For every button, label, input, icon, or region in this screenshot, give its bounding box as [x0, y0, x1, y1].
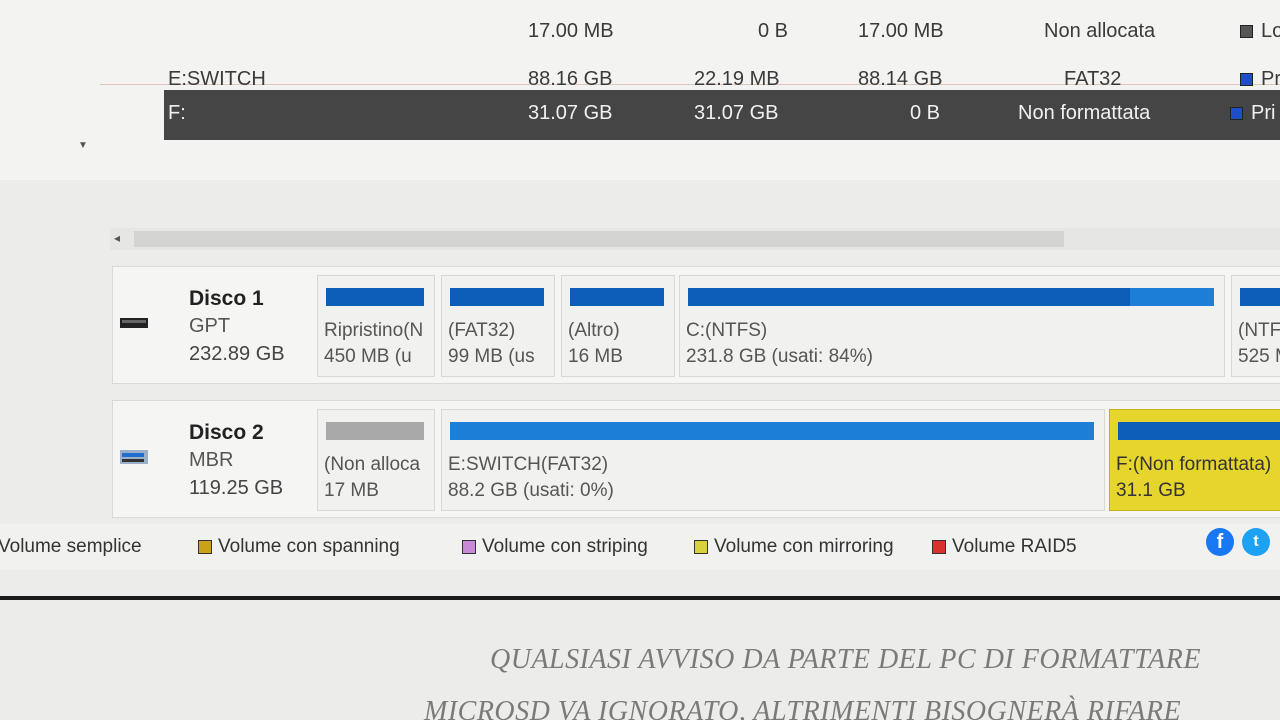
- legend-bar: Volume semplice Volume con spanning Volu…: [0, 524, 1280, 570]
- partition-size: 450 MB (u: [324, 346, 412, 367]
- disk-type: GPT: [189, 315, 231, 337]
- volume-filesystem: Non formattata: [1018, 102, 1151, 124]
- legend-swatch-icon: [462, 539, 476, 554]
- partition-label: (Altro): [568, 320, 620, 341]
- partition-usage-bar: [1118, 422, 1280, 440]
- horizontal-scrollbar[interactable]: ◂: [110, 228, 1280, 250]
- partition-size: 231.8 GB (usati: 84%): [686, 346, 873, 367]
- collapse-arrow-icon[interactable]: ▼: [78, 140, 88, 151]
- partition-size: 525 M: [1238, 346, 1280, 367]
- disk-type: MBR: [189, 449, 234, 471]
- disk-name: Disco 2: [189, 421, 264, 444]
- scroll-left-icon[interactable]: ◂: [114, 231, 120, 245]
- legend-item: Volume con striping: [462, 536, 648, 558]
- partition-block[interactable]: (FAT32) 99 MB (us: [441, 275, 555, 377]
- type-swatch-icon: [1240, 73, 1253, 87]
- disk-row[interactable]: Disco 2 MBR 119.25 GB (Non alloca 17 MB …: [112, 400, 1280, 518]
- partition-label: C:(NTFS): [686, 320, 768, 341]
- partition-size: 16 MB: [568, 346, 623, 367]
- volume-type: Lo: [1240, 20, 1280, 43]
- partition-usage-bar: [450, 422, 1094, 440]
- disk-size: 119.25 GB: [189, 477, 284, 499]
- disk-info[interactable]: Disco 2 MBR 119.25 GB: [113, 401, 313, 517]
- volume-free: 17.00 MB: [858, 20, 944, 42]
- partition-size: 99 MB (us: [448, 346, 535, 367]
- volume-capacity: 31.07 GB: [528, 102, 613, 124]
- partition-manager-window: 17.00 MB 0 B 17.00 MB Non allocata Lo E:…: [0, 0, 1280, 720]
- partition-size: 31.1 GB: [1116, 480, 1186, 501]
- note-line: QUALSIASI AVVISO DA PARTE DEL PC DI FORM…: [490, 644, 1201, 675]
- partition-size: 88.2 GB (usati: 0%): [448, 480, 614, 501]
- volume-used: 0 B: [758, 20, 789, 42]
- volume-filesystem: FAT32: [1064, 68, 1122, 90]
- legend-swatch-icon: [932, 539, 946, 554]
- partition-usage-bar: [326, 288, 424, 306]
- volume-type: Pri: [1230, 102, 1275, 125]
- legend-swatch-icon: [694, 539, 708, 554]
- volume-name: E:SWITCH: [168, 68, 266, 90]
- volume-name: F:: [168, 102, 186, 124]
- legend-item: Volume con spanning: [198, 536, 400, 558]
- usb-disk-icon: [120, 450, 148, 464]
- partition-usage-bar: [326, 422, 424, 440]
- partition-block[interactable]: (Non alloca 17 MB: [317, 409, 435, 511]
- partition-usage-bar: [688, 288, 1214, 306]
- disk-name: Disco 1: [189, 287, 264, 310]
- volume-used: 31.07 GB: [694, 102, 779, 124]
- partition-label: (NTF: [1238, 320, 1280, 341]
- hard-disk-icon: [120, 318, 148, 328]
- partition-label: Ripristino(N: [324, 320, 424, 341]
- legend-item: Volume RAID5: [932, 536, 1077, 558]
- type-swatch-icon: [1240, 25, 1253, 39]
- partition-label: E:SWITCH(FAT32): [448, 454, 609, 475]
- disk-row[interactable]: Disco 1 GPT 232.89 GB Ripristino(N 450 M…: [112, 266, 1280, 384]
- partition-usage-bar: [1240, 288, 1280, 306]
- legend-item: Volume semplice: [0, 536, 142, 557]
- legend-item: Volume con mirroring: [694, 536, 894, 558]
- twitter-icon[interactable]: t: [1242, 528, 1270, 556]
- volume-capacity: 88.16 GB: [528, 68, 613, 90]
- volume-table: 17.00 MB 0 B 17.00 MB Non allocata Lo E:…: [0, 0, 1280, 180]
- table-row-selected[interactable]: F: 31.07 GB 31.07 GB 0 B Non formattata …: [164, 90, 1280, 140]
- legend-swatch-icon: [198, 539, 212, 554]
- partition-block[interactable]: C:(NTFS) 231.8 GB (usati: 84%): [679, 275, 1225, 377]
- article-note: QUALSIASI AVVISO DA PARTE DEL PC DI FORM…: [0, 600, 1280, 720]
- facebook-icon[interactable]: f: [1206, 528, 1234, 556]
- partition-block[interactable]: E:SWITCH(FAT32) 88.2 GB (usati: 0%): [441, 409, 1105, 511]
- partition-block-selected[interactable]: F:(Non formattata) 31.1 GB: [1109, 409, 1280, 511]
- table-row[interactable]: 17.00 MB 0 B 17.00 MB Non allocata Lo: [100, 8, 1280, 56]
- partition-label: F:(Non formattata): [1116, 454, 1272, 475]
- partition-label: (FAT32): [448, 320, 516, 341]
- partition-size: 17 MB: [324, 480, 379, 501]
- type-swatch-icon: [1230, 107, 1243, 121]
- volume-type: Pr: [1240, 68, 1280, 91]
- partition-block[interactable]: (NTF 525 M: [1231, 275, 1280, 377]
- partition-usage-bar: [450, 288, 544, 306]
- volume-free: 88.14 GB: [858, 68, 943, 90]
- volume-filesystem: Non allocata: [1044, 20, 1156, 42]
- disk-info[interactable]: Disco 1 GPT 232.89 GB: [113, 267, 313, 383]
- partition-usage-bar: [570, 288, 664, 306]
- partition-block[interactable]: (Altro) 16 MB: [561, 275, 675, 377]
- volume-free: 0 B: [910, 102, 941, 124]
- partition-block[interactable]: Ripristino(N 450 MB (u: [317, 275, 435, 377]
- note-line: MICROSD VA IGNORATO, ALTRIMENTI BISOGNER…: [424, 696, 1182, 720]
- partition-label: (Non alloca: [324, 454, 421, 475]
- volume-capacity: 17.00 MB: [528, 20, 614, 42]
- disk-size: 232.89 GB: [189, 343, 285, 365]
- scrollbar-thumb[interactable]: [134, 231, 1064, 247]
- volume-used: 22.19 MB: [694, 68, 780, 90]
